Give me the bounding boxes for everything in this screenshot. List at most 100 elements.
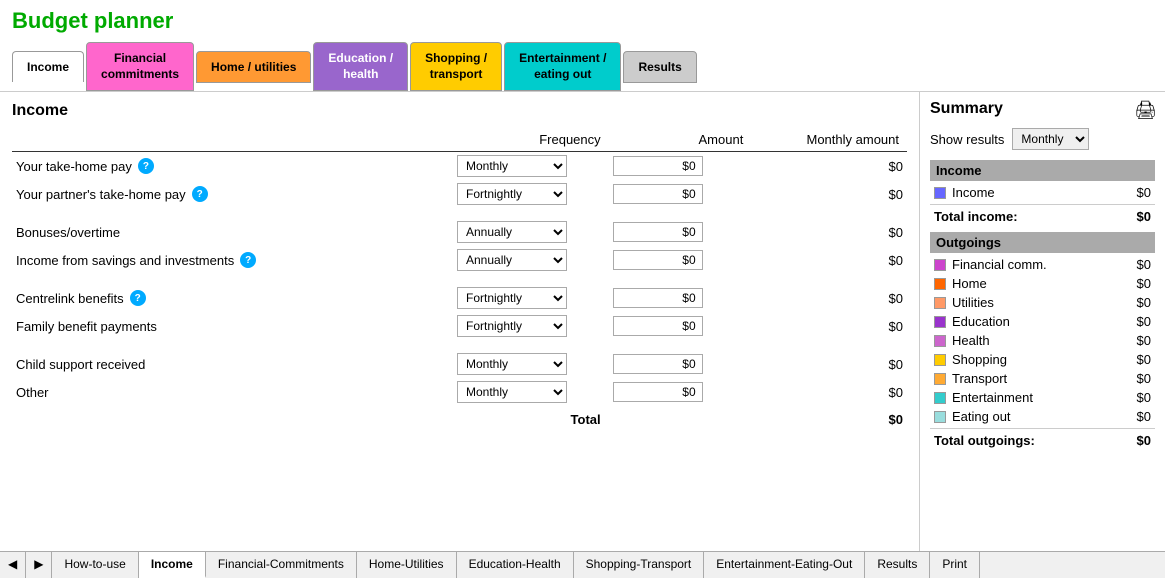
- bottom-tab-financial-commitments[interactable]: Financial-Commitments: [206, 552, 357, 578]
- item-name: Entertainment: [952, 390, 1137, 405]
- results-select[interactable]: Monthly Annually: [1012, 128, 1089, 150]
- help-icon[interactable]: ?: [130, 290, 146, 306]
- total-label: Total: [12, 406, 609, 430]
- frequency-cell: MonthlyFortnightlyWeeklyAnnually: [453, 218, 609, 246]
- amount-input[interactable]: [613, 156, 703, 176]
- item-value: $0: [1137, 333, 1151, 348]
- tab-results[interactable]: Results: [623, 51, 696, 83]
- color-box: [934, 187, 946, 199]
- frequency-select[interactable]: MonthlyFortnightlyWeeklyAnnually: [457, 315, 567, 337]
- help-icon[interactable]: ?: [192, 186, 208, 202]
- color-box: [934, 335, 946, 347]
- amount-input[interactable]: [613, 354, 703, 374]
- frequency-select[interactable]: MonthlyFortnightlyWeeklyAnnually: [457, 155, 567, 177]
- frequency-select[interactable]: MonthlyFortnightlyWeeklyAnnually: [457, 183, 567, 205]
- spacer-row: [12, 274, 907, 284]
- item-name: Education: [952, 314, 1137, 329]
- row-label-cell: Child support received: [12, 350, 453, 378]
- nav-tabs: Income Financialcommitments Home / utili…: [0, 38, 1165, 92]
- frequency-select[interactable]: MonthlyFortnightlyWeeklyAnnually: [457, 249, 567, 271]
- bottom-tabs: ◀ ▶ How-to-useIncomeFinancial-Commitment…: [0, 551, 1165, 578]
- tab-education[interactable]: Education /health: [313, 42, 408, 91]
- main-content: Income Frequency Amount Monthly amount Y…: [0, 92, 1165, 551]
- summary-outgoing-item: Home $0: [930, 274, 1155, 293]
- color-box: [934, 278, 946, 290]
- row-label-cell: Your take-home pay?: [12, 152, 453, 181]
- amount-cell: [609, 284, 752, 312]
- amount-input[interactable]: [613, 250, 703, 270]
- monthly-amount-cell: $0: [751, 246, 907, 274]
- row-label-cell: Family benefit payments: [12, 312, 453, 340]
- table-row: Your partner's take-home pay?MonthlyFort…: [12, 180, 907, 208]
- bottom-tab-income-tab[interactable]: Income: [139, 552, 206, 578]
- nav-arrow-left[interactable]: ◀: [0, 552, 26, 578]
- summary-income-item: Income $0: [930, 183, 1155, 202]
- show-results-label: Show results: [930, 132, 1004, 147]
- color-box: [934, 354, 946, 366]
- frequency-cell: MonthlyFortnightlyWeeklyAnnually: [453, 350, 609, 378]
- col-header-label: [12, 128, 453, 152]
- amount-input[interactable]: [613, 184, 703, 204]
- color-box: [934, 373, 946, 385]
- row-label-cell: Centrelink benefits?: [12, 284, 453, 312]
- tab-financial[interactable]: Financialcommitments: [86, 42, 194, 91]
- summary-outgoing-item: Shopping $0: [930, 350, 1155, 369]
- color-box: [934, 411, 946, 423]
- table-row: OtherMonthlyFortnightlyWeeklyAnnually$0: [12, 378, 907, 406]
- monthly-amount-cell: $0: [751, 218, 907, 246]
- bottom-tab-results-tab[interactable]: Results: [865, 552, 930, 578]
- summary-total-outgoings: Total outgoings: $0: [930, 428, 1155, 452]
- frequency-select[interactable]: MonthlyFortnightlyWeeklyAnnually: [457, 287, 567, 309]
- amount-input[interactable]: [613, 222, 703, 242]
- total-row: Total $0: [12, 406, 907, 430]
- row-label-cell: Income from savings and investments?: [12, 246, 453, 274]
- total-outgoings-label: Total outgoings:: [934, 433, 1035, 448]
- item-value: $0: [1137, 295, 1151, 310]
- amount-cell: [609, 152, 752, 181]
- frequency-select[interactable]: MonthlyFortnightlyWeeklyAnnually: [457, 381, 567, 403]
- table-row: Bonuses/overtimeMonthlyFortnightlyWeekly…: [12, 218, 907, 246]
- bottom-tab-education-health[interactable]: Education-Health: [457, 552, 574, 578]
- item-name: Shopping: [952, 352, 1137, 367]
- tab-income[interactable]: Income: [12, 51, 84, 82]
- right-panel: 🖨 Summary Show results Monthly Annually …: [920, 92, 1165, 551]
- amount-cell: [609, 312, 752, 340]
- item-value: $0: [1137, 314, 1151, 329]
- print-icon[interactable]: 🖨: [1134, 100, 1157, 121]
- bottom-tab-home-utilities[interactable]: Home-Utilities: [357, 552, 457, 578]
- summary-outgoing-item: Utilities $0: [930, 293, 1155, 312]
- item-name: Health: [952, 333, 1137, 348]
- total-outgoings-value: $0: [1137, 433, 1151, 448]
- bottom-tab-how-to-use[interactable]: How-to-use: [52, 552, 138, 578]
- frequency-select[interactable]: MonthlyFortnightlyWeeklyAnnually: [457, 221, 567, 243]
- tab-entertainment[interactable]: Entertainment /eating out: [504, 42, 621, 91]
- help-icon[interactable]: ?: [138, 158, 154, 174]
- amount-input[interactable]: [613, 288, 703, 308]
- amount-cell: [609, 180, 752, 208]
- amount-input[interactable]: [613, 316, 703, 336]
- row-label-cell: Your partner's take-home pay?: [12, 180, 453, 208]
- item-name: Income: [952, 185, 1137, 200]
- tab-home[interactable]: Home / utilities: [196, 51, 311, 83]
- frequency-cell: MonthlyFortnightlyWeeklyAnnually: [453, 180, 609, 208]
- frequency-select[interactable]: MonthlyFortnightlyWeeklyAnnually: [457, 353, 567, 375]
- tab-shopping[interactable]: Shopping /transport: [410, 42, 502, 91]
- item-value: $0: [1137, 257, 1151, 272]
- bottom-tab-print-tab[interactable]: Print: [930, 552, 980, 578]
- left-panel: Income Frequency Amount Monthly amount Y…: [0, 92, 920, 551]
- total-income-label: Total income:: [934, 209, 1018, 224]
- amount-cell: [609, 246, 752, 274]
- bottom-tab-entertainment-eating-out[interactable]: Entertainment-Eating-Out: [704, 552, 865, 578]
- bottom-tab-shopping-transport[interactable]: Shopping-Transport: [574, 552, 705, 578]
- row-label-cell: Other: [12, 378, 453, 406]
- nav-arrow-right[interactable]: ▶: [26, 552, 52, 578]
- amount-input[interactable]: [613, 382, 703, 402]
- summary-income-header: Income: [930, 160, 1155, 181]
- amount-cell: [609, 218, 752, 246]
- item-name: Eating out: [952, 409, 1137, 424]
- amount-cell: [609, 350, 752, 378]
- summary-outgoing-item: Financial comm. $0: [930, 255, 1155, 274]
- app-title: Budget planner: [12, 8, 1153, 34]
- help-icon[interactable]: ?: [240, 252, 256, 268]
- item-value: $0: [1137, 371, 1151, 386]
